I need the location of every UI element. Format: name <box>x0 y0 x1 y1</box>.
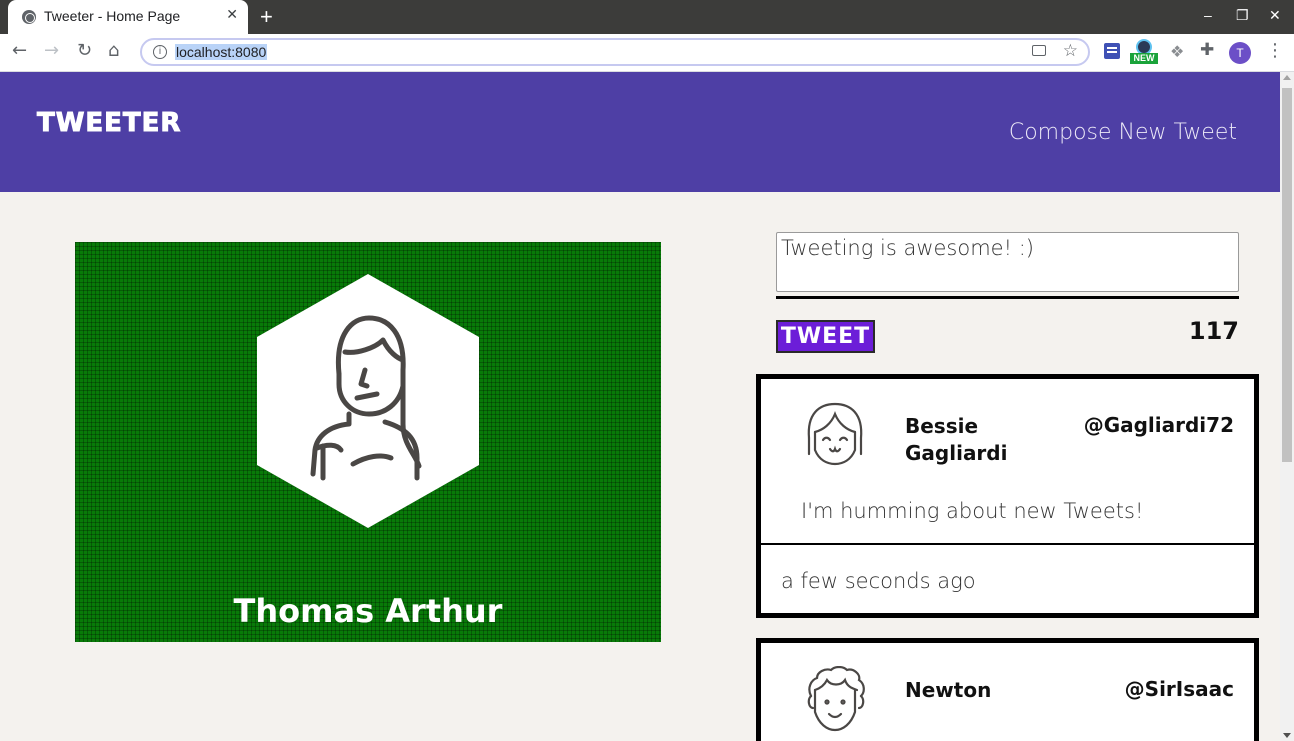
tweet-author-name: Bessie Gagliardi <box>905 414 1008 465</box>
compose-new-tweet-link[interactable]: Compose New Tweet <box>1009 120 1237 145</box>
forward-icon[interactable]: → <box>44 40 59 61</box>
browser-tab[interactable]: Tweeter - Home Page ✕ <box>8 0 248 34</box>
tweet-card: Newton @SirIsaac <box>756 638 1259 741</box>
dropbox-icon[interactable]: ❖ <box>1170 42 1184 61</box>
brand-logo[interactable]: TWEETER <box>36 108 181 139</box>
reload-icon[interactable]: ↻ <box>77 40 92 61</box>
cast-icon[interactable] <box>1032 45 1046 56</box>
scroll-up-arrow-icon[interactable] <box>1283 75 1291 80</box>
profile-avatar-icon <box>257 274 479 528</box>
browser-tabstrip: Tweeter - Home Page ✕ + – ❐ ✕ <box>0 0 1294 34</box>
tweet-submit-button[interactable]: TWEET <box>776 320 875 353</box>
bookmark-star-icon[interactable]: ☆ <box>1063 41 1078 61</box>
tweet-body: I'm humming about new Tweets! <box>801 499 1144 523</box>
new-badge: NEW <box>1130 53 1158 64</box>
scrollbar-thumb[interactable] <box>1282 88 1292 462</box>
restore-icon[interactable]: ❐ <box>1236 7 1249 24</box>
tweet-timestamp: a few seconds ago <box>781 569 976 593</box>
tweet-author-name: Newton <box>905 678 992 702</box>
profile-card: Thomas Arthur <box>75 242 661 642</box>
scroll-down-arrow-icon[interactable] <box>1283 733 1291 738</box>
profile-name: Thomas Arthur <box>233 592 503 630</box>
tweet-textarea[interactable]: Tweeting is awesome! :) <box>776 232 1239 292</box>
compose-divider <box>776 296 1239 299</box>
page-scrollbar[interactable] <box>1280 72 1294 741</box>
girl-avatar-icon <box>807 402 863 466</box>
tweet-card: Bessie Gagliardi @Gagliardi72 I'm hummin… <box>756 374 1259 618</box>
tweet-divider <box>761 543 1254 545</box>
tab-title: Tweeter - Home Page <box>44 8 181 24</box>
minimize-icon[interactable]: – <box>1204 7 1212 23</box>
info-icon[interactable]: i <box>153 45 167 59</box>
address-bar[interactable]: i localhost:8080 ☆ <box>140 38 1090 66</box>
profile-avatar[interactable]: T <box>1229 42 1251 64</box>
char-counter: 117 <box>1188 317 1239 345</box>
curly-hair-avatar-icon <box>807 666 865 732</box>
back-icon[interactable]: ← <box>12 40 27 61</box>
globe-icon <box>22 10 36 24</box>
extensions-puzzle-icon[interactable]: ✚ <box>1200 40 1214 60</box>
new-extension-icon[interactable]: NEW <box>1130 39 1158 65</box>
menu-kebab-icon[interactable]: ⋮ <box>1266 40 1284 61</box>
window-close-icon[interactable]: ✕ <box>1269 7 1281 24</box>
tweet-author-handle: @SirIsaac <box>1124 677 1234 701</box>
url-text[interactable]: localhost:8080 <box>175 44 268 60</box>
tasks-extension-icon[interactable] <box>1104 43 1120 59</box>
new-tab-button[interactable]: + <box>260 4 273 30</box>
home-icon[interactable]: ⌂ <box>108 40 119 61</box>
close-tab-icon[interactable]: ✕ <box>226 7 238 23</box>
browser-toolbar: ← → ↻ ⌂ i localhost:8080 ☆ NEW ❖ ✚ T ⋮ <box>0 34 1294 72</box>
page-viewport: TWEETER Compose New Tweet Thomas Arthur … <box>0 72 1280 741</box>
site-nav: TWEETER Compose New Tweet <box>0 72 1280 192</box>
tweet-author-handle: @Gagliardi72 <box>1083 413 1234 437</box>
